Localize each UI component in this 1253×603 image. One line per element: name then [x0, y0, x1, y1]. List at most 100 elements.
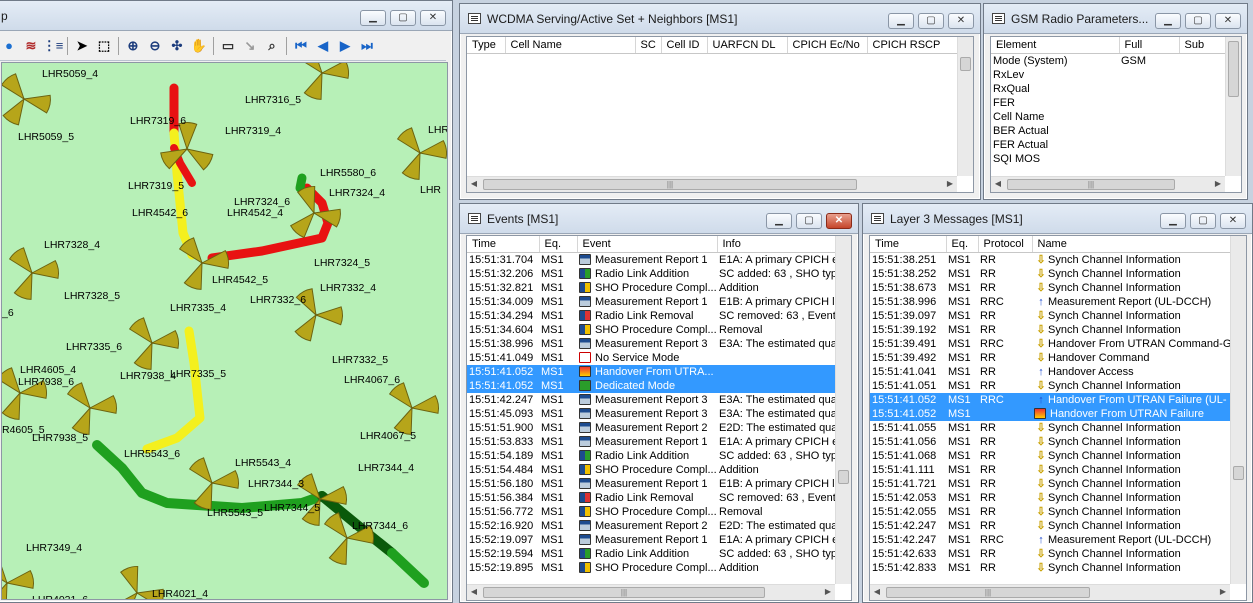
table-row[interactable]: 15:51:34.294 MS1 Radio Link Removal SC remo…	[467, 309, 837, 323]
horizontal-scrollbar[interactable]: ◀ ||| ▶	[467, 584, 835, 600]
cell-sector-icon[interactable]	[2, 98, 33, 130]
column-header[interactable]: Event	[577, 236, 718, 253]
table-row[interactable]: 15:51:41.052 MS1 Dedicated Mode	[467, 378, 837, 393]
cell-sector-icon[interactable]	[2, 557, 8, 584]
column-header[interactable]: Info	[717, 236, 838, 253]
map-canvas[interactable]: LHR5059_4 LHR7316_5 LHR7319_6 LHR7319_4 LHR5…	[1, 62, 448, 600]
cell-sector-icon[interactable]	[315, 297, 351, 332]
table-row[interactable]: 15:51:41.051 MS1 RR ⇩ Synch Channel Informat…	[870, 379, 1232, 393]
table-row[interactable]: 15:51:42.247 MS1 RRC ↑ Measurement Report (U…	[870, 533, 1232, 547]
scroll-thumb[interactable]	[960, 57, 971, 71]
column-header[interactable]: Eq.	[946, 236, 979, 253]
cell-sector-icon[interactable]	[389, 382, 413, 409]
maximize-button[interactable]: ▢	[390, 10, 416, 26]
vertical-scrollbar[interactable]	[1230, 236, 1246, 584]
scroll-left-arrow[interactable]: ◀	[991, 177, 1005, 191]
table-row[interactable]: 15:51:54.484 MS1 SHO Procedure Compl... Add…	[467, 463, 837, 477]
zoom-in-icon[interactable]: ⊕	[125, 38, 141, 54]
table-row[interactable]: 15:51:42.247 MS1 Measurement Report 3 E3A: …	[467, 393, 837, 407]
table-row[interactable]: 15:51:38.252 MS1 RR ⇩ Synch Channel Informat…	[870, 267, 1232, 281]
globe-icon[interactable]: ●	[1, 38, 17, 54]
maximize-button[interactable]: ▢	[1190, 213, 1216, 229]
cell-sector-icon[interactable]	[151, 323, 186, 357]
scroll-thumb[interactable]	[1233, 466, 1244, 480]
table-row[interactable]: FER	[991, 96, 1227, 110]
table-row[interactable]: 15:51:42.833 MS1 RR ⇩ Synch Channel Informat…	[870, 561, 1232, 575]
horizontal-scrollbar[interactable]: ◀ ||| ▶	[870, 584, 1230, 600]
maximize-button[interactable]: ▢	[1185, 13, 1211, 29]
table-row[interactable]: 15:51:41.049 MS1 No Service Mode	[467, 351, 837, 365]
cell-sector-icon[interactable]	[2, 582, 19, 600]
first-icon[interactable]: ⏮	[293, 38, 309, 54]
table-row[interactable]: Cell Name	[991, 110, 1227, 124]
column-header[interactable]: Element	[991, 37, 1120, 54]
column-header[interactable]: CPICH Ec/No	[787, 37, 868, 54]
column-header[interactable]: Time	[870, 236, 947, 253]
next-icon[interactable]: ▶	[337, 38, 353, 54]
pointer-icon[interactable]: ➤	[74, 38, 90, 54]
table-row[interactable]: 15:52:19.895 MS1 SHO Procedure Compl... Add…	[467, 561, 837, 575]
pan-hand-icon[interactable]: ✋	[191, 38, 207, 54]
table-row[interactable]: Mode (System) GSM	[991, 53, 1227, 68]
measure-icon[interactable]: ↘	[242, 38, 258, 54]
close-button[interactable]: ✕	[948, 13, 974, 29]
close-button[interactable]: ✕	[826, 213, 852, 229]
vertical-scrollbar[interactable]	[957, 37, 973, 176]
wcdma-title-bar[interactable]: WCDMA Serving/Active Set + Neighbors [MS…	[460, 4, 980, 34]
horizontal-scrollbar[interactable]: ◀ ||| ▶	[991, 176, 1225, 192]
scroll-right-arrow[interactable]: ▶	[1216, 585, 1230, 599]
scroll-right-arrow[interactable]: ▶	[943, 177, 957, 191]
l3-table-area[interactable]: Time Eq. Protocol Name 15:51:38.251 MS1 RR ⇩ Sy…	[869, 235, 1247, 601]
info-tool-icon[interactable]: ⌕	[264, 38, 280, 54]
table-row[interactable]: 15:51:38.996 MS1 Measurement Report 3 E3A: …	[467, 337, 837, 351]
table-row[interactable]: 15:51:42.055 MS1 RR ⇩ Synch Channel Informat…	[870, 505, 1232, 519]
table-row[interactable]: 15:51:39.192 MS1 RR ⇩ Synch Channel Informat…	[870, 323, 1232, 337]
cell-sector-icon[interactable]	[2, 73, 25, 100]
cell-sector-icon[interactable]	[2, 392, 32, 426]
table-row[interactable]: 15:51:53.833 MS1 Measurement Report 1 E1A: …	[467, 435, 837, 449]
scroll-left-arrow[interactable]: ◀	[870, 585, 884, 599]
minimize-button[interactable]: ▁	[360, 10, 386, 26]
cell-sector-icon[interactable]	[179, 262, 214, 296]
close-button[interactable]: ✕	[420, 10, 446, 26]
table-row[interactable]: 15:51:41.068 MS1 RR ⇩ Synch Channel Informat…	[870, 449, 1232, 463]
table-row[interactable]: 15:51:56.180 MS1 Measurement Report 1 E1B: …	[467, 477, 837, 491]
table-row[interactable]: 15:51:41.052 MS1 Handover From UTRAN Failu…	[870, 406, 1232, 421]
minimize-button[interactable]: ▁	[1160, 213, 1186, 229]
prev-icon[interactable]: ◀	[315, 38, 331, 54]
cell-sector-icon[interactable]	[115, 561, 147, 594]
events-title-bar[interactable]: Events [MS1] ▁ ▢ ✕	[460, 204, 858, 234]
table-row[interactable]: 15:51:32.821 MS1 SHO Procedure Compl... Add…	[467, 281, 837, 295]
table-row[interactable]: 15:52:19.097 MS1 Measurement Report 1 E1A: …	[467, 533, 837, 547]
column-header[interactable]: Name	[1032, 236, 1233, 253]
horizontal-scrollbar[interactable]: ◀ ||| ▶	[467, 176, 957, 192]
scroll-left-arrow[interactable]: ◀	[467, 585, 481, 599]
table-row[interactable]: 15:51:42.247 MS1 RR ⇩ Synch Channel Informat…	[870, 519, 1232, 533]
table-row[interactable]: 15:51:39.492 MS1 RR ⇩ Handover Command	[870, 351, 1232, 365]
cell-sector-icon[interactable]	[31, 253, 66, 287]
minimize-button[interactable]: ▁	[1155, 13, 1181, 29]
table-row[interactable]: 15:51:38.996 MS1 RRC ↑ Measurement Report (U…	[870, 295, 1232, 309]
column-header[interactable]: Protocol	[978, 236, 1033, 253]
scroll-right-arrow[interactable]: ▶	[821, 585, 835, 599]
table-row[interactable]: 15:51:45.093 MS1 Measurement Report 3 E3A: …	[467, 407, 837, 421]
table-row[interactable]: 15:51:41.052 MS1 Handover From UTRA...	[467, 364, 837, 379]
table-row[interactable]: 15:51:41.111 MS1 RR ⇩ Synch Channel Informat…	[870, 463, 1232, 477]
close-button[interactable]: ✕	[1220, 213, 1246, 229]
cell-sector-icon[interactable]	[397, 127, 421, 154]
gsm-title-bar[interactable]: GSM Radio Parameters... ▁ ▢ ✕	[984, 4, 1247, 34]
table-row[interactable]: 15:51:39.097 MS1 RR ⇩ Synch Channel Informat…	[870, 309, 1232, 323]
scroll-left-arrow[interactable]: ◀	[467, 177, 481, 191]
table-row[interactable]: RxLev	[991, 68, 1227, 82]
table-row[interactable]: 15:51:31.704 MS1 Measurement Report 1 E1A: …	[467, 252, 837, 267]
column-header[interactable]: Eq.	[539, 236, 578, 253]
cell-sector-icon[interactable]	[6, 563, 41, 597]
scroll-thumb[interactable]: |||	[483, 587, 765, 598]
table-row[interactable]: 15:51:39.491 MS1 RRC ⇩ Handover From UTRAN C…	[870, 337, 1232, 351]
cell-sector-icon[interactable]	[111, 592, 142, 600]
table-row[interactable]: 15:51:34.009 MS1 Measurement Report 1 E1B: …	[467, 295, 837, 309]
close-button[interactable]: ✕	[1215, 13, 1241, 29]
vertical-scrollbar[interactable]	[835, 236, 851, 584]
vertical-scrollbar[interactable]	[1225, 37, 1241, 176]
zoom-out-icon[interactable]: ⊖	[147, 38, 163, 54]
